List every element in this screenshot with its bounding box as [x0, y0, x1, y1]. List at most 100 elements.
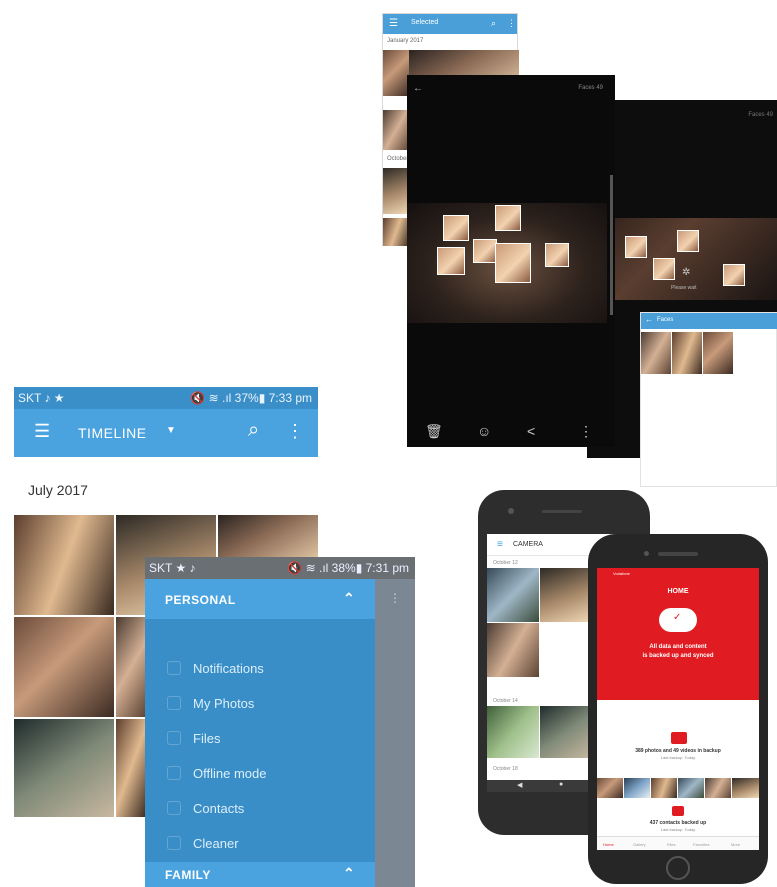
scrollbar[interactable] [610, 175, 613, 315]
photo-thumbnail[interactable] [14, 719, 114, 817]
back-arrow-icon[interactable]: ← [413, 83, 423, 94]
face-box[interactable] [495, 243, 531, 283]
photo-icon [167, 696, 181, 710]
contacts-sub: Last backup: Today [660, 827, 696, 832]
contacts-count: 437 contacts backed up [649, 820, 707, 826]
face-icon[interactable]: ☺ [477, 423, 491, 439]
photo-strip[interactable] [597, 778, 759, 798]
home-button[interactable] [666, 856, 690, 880]
drawer-item-my-photos[interactable]: My Photos [145, 686, 375, 721]
more-icon[interactable]: ⋮ [286, 421, 304, 442]
photo-thumbnail[interactable] [624, 778, 650, 798]
face-result-photo[interactable] [703, 332, 733, 374]
more-icon[interactable]: ⋮ [507, 18, 516, 29]
contacts-icon [672, 806, 684, 816]
tab-gallery[interactable]: Gallery [633, 842, 646, 847]
photo-thumbnail[interactable] [383, 168, 409, 214]
toolbar-title[interactable]: TIMELINE [78, 425, 147, 441]
face-box[interactable] [677, 230, 699, 252]
face-result-photo[interactable] [672, 332, 702, 374]
status-carrier: Vodafone [613, 571, 630, 576]
photo-thumbnail[interactable] [218, 515, 318, 561]
drawer-item-label: Cleaner [193, 836, 239, 851]
drawer-status-bar: SKT ★ ♪ 🔇 ≋ .ıl 38%▮ 7:31 pm [145, 557, 415, 579]
more-icon[interactable]: ⋮ [389, 591, 401, 605]
contacts-icon [167, 801, 181, 815]
home-message-line1: All data and content [649, 644, 707, 650]
photo-thumbnail[interactable] [597, 778, 623, 798]
drawer-item-contacts[interactable]: Contacts [145, 791, 375, 826]
trash-icon[interactable]: 🗑 [425, 423, 443, 440]
folder-icon [167, 731, 181, 745]
photo-thumbnail[interactable] [540, 568, 592, 622]
drawer-item-cleaner[interactable]: Cleaner [145, 826, 375, 861]
tab-files[interactable]: Files [667, 842, 675, 847]
faces-panel: ← Faces [640, 312, 777, 487]
photo-thumbnail[interactable] [14, 617, 114, 717]
search-icon[interactable]: ⌕ [491, 18, 496, 29]
menu-icon[interactable]: ☰ [34, 421, 50, 442]
drawer-item-notifications[interactable]: Notifications [145, 651, 375, 686]
photo-thumbnail[interactable] [540, 706, 592, 758]
tab-home[interactable]: Home [603, 842, 614, 847]
contacts-backup-card[interactable]: 437 contacts backed up Last backup: Toda… [597, 802, 759, 836]
drawer-item-files[interactable]: Files [145, 721, 375, 756]
bottom-tab-bar: Home Gallery Files Favorites More [597, 836, 759, 850]
home-message-line2: is backed up and synced [642, 653, 714, 659]
share-icon[interactable]: < [527, 423, 535, 439]
face-result-photo[interactable] [641, 332, 671, 374]
earpiece [542, 510, 582, 513]
tab-more[interactable]: More [731, 842, 740, 847]
loading-spinner-icon: ✲ [682, 267, 691, 278]
search-icon[interactable]: ⌕ [248, 419, 259, 442]
face-box[interactable] [437, 247, 465, 275]
home-hero: Vodafone HOME ✓ All data and content is … [597, 568, 759, 700]
photo-thumbnail[interactable] [116, 617, 146, 717]
face-box[interactable] [495, 205, 521, 231]
back-arrow-icon[interactable]: ← [645, 315, 653, 324]
more-icon[interactable]: ⋮ [579, 423, 593, 440]
face-box[interactable] [625, 236, 647, 258]
chevron-up-icon[interactable]: ⌃ [343, 590, 355, 607]
back-icon[interactable]: ◀ [517, 781, 522, 789]
photo-thumbnail[interactable] [383, 50, 409, 96]
photo-thumbnail[interactable] [487, 706, 539, 758]
face-box[interactable] [473, 239, 497, 263]
media-backup-card[interactable]: 389 photos and 49 videos in backup Last … [597, 708, 759, 768]
home-icon[interactable]: ● [559, 781, 563, 788]
home-screen: Vodafone HOME ✓ All data and content is … [597, 568, 759, 850]
face-counter: Faces 49 [578, 85, 603, 91]
tab-favorites[interactable]: Favorites [693, 842, 709, 847]
gallery-toolbar: ☰ Selected ⌕ ⋮ [383, 14, 517, 34]
photo-thumbnail[interactable] [116, 719, 146, 817]
dropdown-icon[interactable]: ▼ [166, 425, 176, 436]
photo-thumbnail[interactable] [651, 778, 677, 798]
face-box[interactable] [723, 264, 745, 286]
status-right: 🔇 ≋ .ıl 37%▮ 7:33 pm [190, 391, 312, 405]
photo-thumbnail[interactable] [14, 515, 114, 615]
photo-thumbnail[interactable] [487, 568, 539, 622]
earpiece [658, 552, 698, 556]
photo-thumbnail[interactable] [383, 218, 409, 246]
backup-count: 389 photos and 49 videos in backup [635, 748, 721, 754]
menu-icon[interactable]: ≡ [497, 539, 503, 550]
menu-icon[interactable]: ☰ [389, 18, 398, 29]
photo-thumbnail[interactable] [383, 110, 409, 150]
section-personal[interactable]: PERSONAL ⌃ [145, 579, 375, 619]
date-label: October 12 [493, 560, 518, 566]
drawer-item-label: Contacts [193, 801, 245, 816]
section-family[interactable]: FAMILY ⌃ [145, 862, 375, 887]
chevron-up-icon[interactable]: ⌃ [343, 865, 355, 882]
drawer-item-offline-mode[interactable]: Offline mode [145, 756, 375, 791]
backup-sub: Last backup: Today [660, 755, 696, 760]
photo-thumbnail[interactable] [732, 778, 759, 798]
photo-thumbnail[interactable] [678, 778, 704, 798]
face-box[interactable] [653, 258, 675, 280]
face-box[interactable] [545, 243, 569, 267]
face-box[interactable] [443, 215, 469, 241]
face-counter: Faces 49 [748, 112, 773, 118]
photo-thumbnail[interactable] [487, 623, 539, 677]
photo-thumbnail[interactable] [705, 778, 731, 798]
check-icon: ✓ [673, 612, 682, 623]
drawer-scrim[interactable]: ⋮ [375, 579, 415, 887]
